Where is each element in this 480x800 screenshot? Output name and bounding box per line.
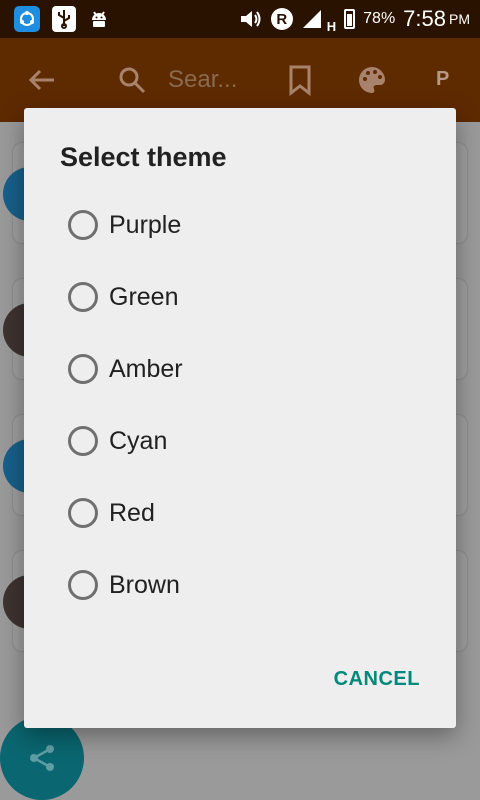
usb-icon [52,6,76,32]
radio-button[interactable] [68,498,98,528]
option-label: Purple [109,210,182,239]
cancel-button[interactable]: CANCEL [334,668,420,691]
theme-option-purple[interactable]: Purple [68,200,408,250]
share-icon [30,745,54,771]
signal-icon [302,10,321,28]
option-label: Red [109,498,155,527]
option-label: Amber [109,354,183,383]
share-button[interactable] [0,716,84,800]
search-input[interactable]: Sear... [168,66,237,94]
radio-button[interactable] [68,570,98,600]
network-type: H [326,18,337,34]
option-label: Brown [109,570,180,599]
roaming-icon: R [270,8,293,30]
theme-option-cyan[interactable]: Cyan [68,416,408,466]
battery-percent: 78% [363,10,396,27]
back-arrow-icon[interactable] [26,64,58,96]
android-debug-icon [88,6,110,32]
profile-initial[interactable]: P [436,68,449,91]
status-bar: R H 78% 7:58 PM [0,0,480,38]
volume-icon [240,11,261,27]
radio-button[interactable] [68,426,98,456]
theme-dialog: Select theme Purple Green Amber Cyan Red… [24,108,456,728]
radio-button[interactable] [68,282,98,312]
search-icon[interactable] [116,64,148,96]
theme-option-amber[interactable]: Amber [68,344,408,394]
radio-button[interactable] [68,354,98,384]
clock-ampm: PM [449,11,470,27]
palette-icon[interactable] [356,64,388,96]
theme-option-brown[interactable]: Brown [68,560,408,610]
option-label: Green [109,282,179,311]
theme-option-green[interactable]: Green [68,272,408,322]
option-label: Cyan [109,426,168,455]
app-notification-icon [14,6,40,32]
clock-time: 7:58 [403,6,446,31]
dialog-title: Select theme [60,142,227,172]
battery-icon [344,9,356,29]
radio-button[interactable] [68,210,98,240]
bookmark-icon[interactable] [286,64,314,96]
theme-option-red[interactable]: Red [68,488,408,538]
